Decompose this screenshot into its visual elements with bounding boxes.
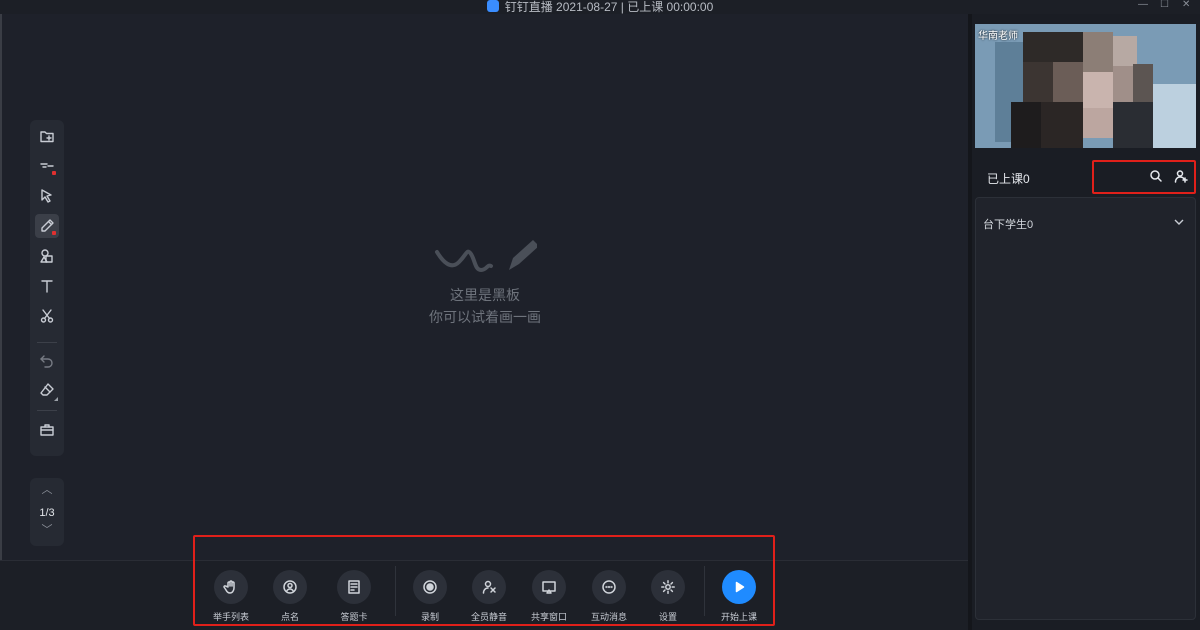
chevron-down-icon[interactable] [1173, 216, 1185, 228]
close-button[interactable]: ✕ [1182, 0, 1190, 10]
raise-hand-label: 举手列表 [212, 612, 249, 622]
settings-label: 设置 [658, 612, 677, 622]
settings-button[interactable]: 设置 [636, 570, 700, 623]
share-window-label: 共享窗口 [530, 612, 567, 622]
student-list-panel: 台下学生0 [975, 197, 1196, 620]
dingtalk-logo-icon [486, 0, 499, 12]
toolbox-icon[interactable] [35, 418, 59, 442]
chevron-up-icon[interactable]: ︿ [30, 482, 64, 498]
laser-pointer-icon[interactable] [35, 154, 59, 178]
record-label: 录制 [420, 612, 439, 622]
control-divider [395, 566, 396, 616]
mute-all-button[interactable]: 全员静音 [457, 570, 521, 623]
answer-card-label: 答题卡 [340, 612, 368, 622]
offstage-students-header[interactable]: 台下学生0 [983, 216, 1033, 232]
select-cursor-icon[interactable] [35, 184, 59, 208]
window-title-wrap: 钉钉直播 2021-08-27 | 已上课 00:00:00 [0, 0, 1200, 15]
answer-card-icon [337, 570, 371, 604]
text-icon[interactable] [35, 274, 59, 298]
chat-bubble-icon [592, 570, 626, 604]
page-navigator: ︿ 1/3 ﹀ [30, 478, 64, 546]
teacher-video: 华南老师 [975, 24, 1196, 148]
interactive-messages-label: 互动消息 [590, 612, 627, 622]
share-window-button[interactable]: 共享窗口 [517, 570, 581, 623]
start-class-button[interactable]: 开始上课 [707, 570, 771, 623]
raise-hand-list-button[interactable]: 举手列表 [199, 570, 263, 623]
hint-line-2: 你可以试着画一画 [429, 309, 541, 325]
scribble-pen-icon [435, 240, 537, 273]
hand-icon [214, 570, 248, 604]
answer-card-button[interactable]: 答题卡 [322, 570, 386, 623]
roll-call-button[interactable]: 点名 [258, 570, 322, 623]
play-icon [722, 570, 756, 604]
mute-all-icon [472, 570, 506, 604]
attended-count: 已上课0 [987, 172, 1030, 186]
screen-share-icon [532, 570, 566, 604]
toolbar-divider [37, 342, 57, 343]
window-title: 钉钉直播 2021-08-27 | 已上课 00:00:00 [504, 0, 714, 14]
search-icon[interactable] [1149, 169, 1165, 185]
record-button[interactable]: 录制 [398, 570, 462, 623]
shapes-icon[interactable] [35, 244, 59, 268]
add-user-icon[interactable] [1174, 169, 1190, 185]
drawing-toolbar [30, 120, 64, 456]
interactive-messages-button[interactable]: 互动消息 [577, 570, 641, 623]
gear-icon [651, 570, 685, 604]
mute-all-label: 全员静音 [470, 612, 507, 622]
board-hint: 这里是黑板 你可以试着画一画 [400, 238, 570, 328]
chevron-down-icon[interactable]: ﹀ [30, 522, 64, 538]
start-class-label: 开始上课 [720, 612, 757, 622]
maximize-button[interactable]: ☐ [1160, 0, 1169, 10]
record-icon [413, 570, 447, 604]
minimize-button[interactable]: — [1138, 0, 1148, 10]
pen-icon[interactable] [35, 214, 59, 238]
roll-call-label: 点名 [280, 612, 299, 622]
scissors-icon[interactable] [35, 304, 59, 328]
hint-line-1: 这里是黑板 [450, 287, 520, 303]
attendance-header: 已上课0 [975, 160, 1196, 196]
title-bar: 钉钉直播 2021-08-27 | 已上课 00:00:00 — ☐ ✕ [0, 0, 1200, 14]
add-page-icon[interactable] [35, 124, 59, 148]
person-pin-icon [273, 570, 307, 604]
eraser-icon[interactable] [35, 378, 59, 402]
undo-icon[interactable] [35, 348, 59, 372]
toolbar-divider [37, 410, 57, 411]
page-indicator: 1/3 [39, 507, 55, 519]
control-divider [704, 566, 705, 616]
teacher-name: 华南老师 [978, 31, 1018, 42]
